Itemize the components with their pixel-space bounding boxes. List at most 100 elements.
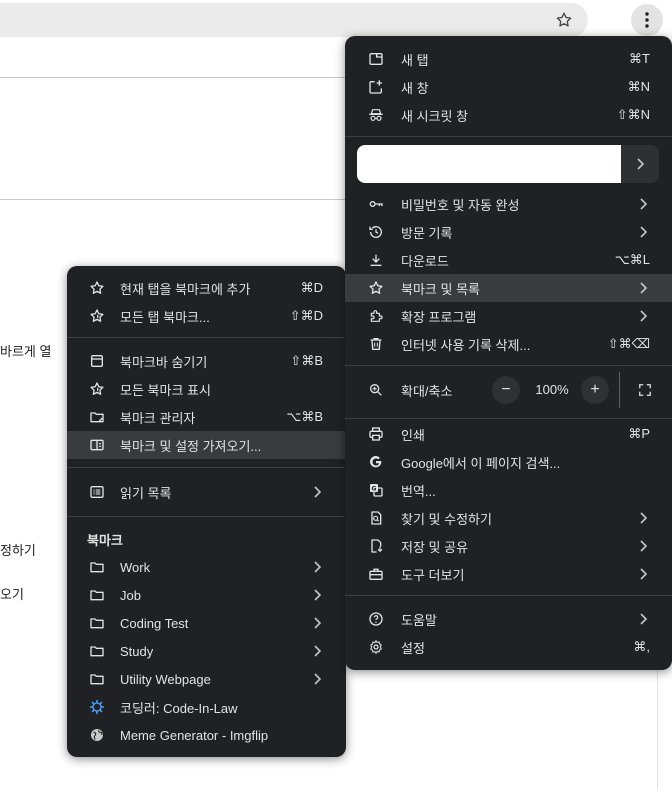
add-current-tab-bookmark-item[interactable]: 현재 탭을 북마크에 추가 ⌘D bbox=[67, 274, 346, 302]
item-label: 현재 탭을 북마크에 추가 bbox=[120, 281, 251, 297]
key-icon bbox=[367, 195, 385, 213]
star-icon bbox=[88, 279, 106, 297]
page-text: 정하기 bbox=[0, 543, 36, 558]
passwords-autofill-item[interactable]: 비밀번호 및 자동 완성 bbox=[345, 190, 672, 218]
show-all-bookmarks-item[interactable]: 모든 북마크 표시 bbox=[67, 375, 346, 403]
item-label: 새 시크릿 창 bbox=[401, 108, 469, 124]
shortcut: ⇧⌘B bbox=[290, 353, 323, 368]
reading-list-icon bbox=[88, 483, 106, 501]
separator bbox=[67, 467, 346, 468]
bookmark-meme-generator[interactable]: Meme Generator - Imgflip bbox=[67, 721, 346, 749]
hide-bookmark-bar-item[interactable]: 북마크바 숨기기 ⇧⌘B bbox=[67, 347, 346, 375]
item-label: 인쇄 bbox=[401, 427, 425, 443]
separator bbox=[67, 337, 346, 338]
profile-row[interactable] bbox=[357, 145, 659, 183]
trash-icon bbox=[367, 335, 385, 353]
item-label: Utility Webpage bbox=[120, 671, 211, 687]
chevron-right-icon bbox=[640, 282, 648, 294]
zoom-row: 확대/축소 − 100% + bbox=[345, 372, 672, 408]
bookmark-folder-study[interactable]: Study bbox=[67, 637, 346, 665]
shortcut: ⇧⌘⌫ bbox=[607, 336, 650, 351]
bookmark-bar-icon bbox=[88, 352, 106, 370]
item-label: 비밀번호 및 자동 완성 bbox=[401, 197, 520, 213]
help-item[interactable]: 도움말 bbox=[345, 605, 672, 633]
save-and-share-item[interactable]: 저장 및 공유 bbox=[345, 532, 672, 560]
bookmark-all-tabs-item[interactable]: 모든 탭 북마크... ⇧⌘D bbox=[67, 302, 346, 330]
item-label: 다운로드 bbox=[401, 253, 449, 269]
settings-icon bbox=[367, 638, 385, 656]
extensions-item[interactable]: 확장 프로그램 bbox=[345, 302, 672, 330]
fullscreen-button[interactable] bbox=[633, 376, 657, 404]
gear-favicon-icon bbox=[88, 698, 106, 716]
item-label: 새 창 bbox=[401, 80, 429, 96]
star-all-icon bbox=[88, 307, 106, 325]
toolbox-icon bbox=[367, 565, 385, 583]
bookmark-folder-utility-webpage[interactable]: Utility Webpage bbox=[67, 665, 346, 693]
shortcut: ⌘T bbox=[629, 51, 650, 66]
item-label: 번역... bbox=[401, 483, 436, 499]
translate-icon: G bbox=[367, 481, 385, 499]
zoom-icon bbox=[367, 381, 385, 399]
import-bookmarks-item[interactable]: 북마크 및 설정 가져오기... bbox=[67, 431, 346, 459]
bookmarks-and-lists-item[interactable]: 북마크 및 목록 bbox=[345, 274, 672, 302]
chevron-right-icon bbox=[314, 673, 322, 685]
incognito-icon bbox=[367, 106, 385, 124]
item-label: 인터넷 사용 기록 삭제... bbox=[401, 337, 531, 353]
bookmark-folder-coding-test[interactable]: Coding Test bbox=[67, 609, 346, 637]
chevron-right-icon bbox=[314, 617, 322, 629]
item-label: 코딩러: Code-In-Law bbox=[120, 700, 238, 716]
bookmark-folder-job[interactable]: Job bbox=[67, 581, 346, 609]
page-text: 바르게 열 bbox=[0, 344, 52, 359]
item-label: 새 탭 bbox=[401, 52, 429, 68]
translate-item[interactable]: G 번역... bbox=[345, 476, 672, 504]
search-google-item[interactable]: Google에서 이 페이지 검색... bbox=[345, 448, 672, 476]
bookmark-manager-item[interactable]: 북마크 관리자 ⌥⌘B bbox=[67, 403, 346, 431]
folder-icon bbox=[88, 558, 106, 576]
chevron-right-icon bbox=[640, 540, 648, 552]
chrome-menu-button[interactable] bbox=[631, 4, 663, 36]
shortcut: ⌥⌘L bbox=[614, 252, 650, 267]
new-window-item[interactable]: 새 창 ⌘N bbox=[345, 73, 672, 101]
history-item[interactable]: 방문 기록 bbox=[345, 218, 672, 246]
item-label: 읽기 목록 bbox=[120, 485, 172, 501]
new-tab-item[interactable]: 새 탭 ⌘T bbox=[345, 45, 672, 73]
more-tools-item[interactable]: 도구 더보기 bbox=[345, 560, 672, 588]
shortcut: ⌘, bbox=[633, 639, 650, 654]
zoom-in-button[interactable]: + bbox=[581, 376, 609, 404]
star-all-icon bbox=[88, 380, 106, 398]
chevron-right-icon bbox=[640, 198, 648, 210]
print-item[interactable]: 인쇄 ⌘P bbox=[345, 420, 672, 448]
reading-list-item[interactable]: 읽기 목록 bbox=[67, 478, 346, 506]
chevron-right-icon bbox=[314, 486, 322, 498]
chevron-right-icon bbox=[640, 226, 648, 238]
bookmark-code-in-law[interactable]: 코딩러: Code-In-Law bbox=[67, 693, 346, 721]
new-incognito-window-item[interactable]: 새 시크릿 창 ⇧⌘N bbox=[345, 101, 672, 129]
bookmark-folder-work[interactable]: Work bbox=[67, 553, 346, 581]
bookmark-star-button[interactable] bbox=[552, 8, 576, 32]
clear-browsing-data-item[interactable]: 인터넷 사용 기록 삭제... ⇧⌘⌫ bbox=[345, 330, 672, 358]
import-icon bbox=[88, 436, 106, 454]
history-icon bbox=[367, 223, 385, 241]
help-icon bbox=[367, 610, 385, 628]
chevron-right-icon bbox=[314, 589, 322, 601]
separator bbox=[345, 365, 672, 366]
browser-toolbar bbox=[0, 0, 672, 40]
find-icon bbox=[367, 509, 385, 527]
google-icon bbox=[367, 453, 385, 471]
star-icon bbox=[556, 12, 572, 27]
downloads-item[interactable]: 다운로드 ⌥⌘L bbox=[345, 246, 672, 274]
settings-item[interactable]: 설정 ⌘, bbox=[345, 633, 672, 661]
find-and-edit-item[interactable]: 찾기 및 수정하기 bbox=[345, 504, 672, 532]
more-vert-icon bbox=[645, 12, 649, 28]
item-label: 북마크 및 목록 bbox=[401, 281, 480, 297]
item-label: 저장 및 공유 bbox=[401, 539, 469, 555]
zoom-out-button[interactable]: − bbox=[492, 376, 520, 404]
chevron-right-icon bbox=[314, 561, 322, 573]
profile-arrow-button[interactable] bbox=[621, 145, 659, 183]
minus-icon: − bbox=[501, 381, 511, 398]
item-label: 모든 북마크 표시 bbox=[120, 382, 211, 398]
plus-icon: + bbox=[590, 381, 600, 398]
address-bar[interactable] bbox=[0, 3, 588, 37]
item-label: 찾기 및 수정하기 bbox=[401, 511, 492, 527]
divider bbox=[0, 77, 345, 78]
